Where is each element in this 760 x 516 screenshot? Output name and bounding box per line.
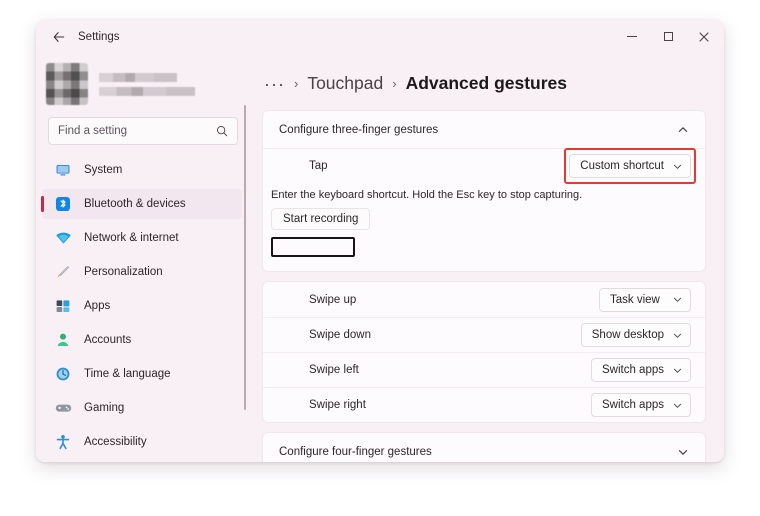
- minimize-icon: [627, 36, 637, 37]
- window-controls: [614, 20, 724, 53]
- sidebar-item-system[interactable]: System: [42, 155, 242, 185]
- page-title: Advanced gestures: [406, 73, 567, 94]
- display-icon: [54, 161, 72, 179]
- swipe-gestures-card: Swipe up Task view Swipe down Show deskt…: [262, 281, 706, 423]
- settings-window: Settings: [36, 20, 724, 462]
- swipe-up-label: Swipe up: [309, 294, 356, 306]
- gamepad-icon: [54, 399, 72, 417]
- swipe-down-row: Swipe down Show desktop: [263, 317, 705, 352]
- tap-dropdown[interactable]: Custom shortcut: [569, 154, 691, 178]
- chevron-down-icon: [677, 446, 689, 458]
- maximize-button[interactable]: [650, 20, 686, 53]
- swipe-down-label: Swipe down: [309, 329, 371, 341]
- account-email-censored: [99, 87, 195, 96]
- search-input[interactable]: [58, 125, 216, 137]
- sidebar-item-label: Accessibility: [84, 436, 147, 448]
- sidebar-item-label: System: [84, 164, 122, 176]
- swipe-left-dropdown[interactable]: Switch apps: [591, 358, 691, 382]
- avatar: [46, 63, 88, 105]
- sidebar-item-personalization[interactable]: Personalization: [42, 257, 242, 287]
- close-button[interactable]: [686, 20, 722, 53]
- main-content: ··· › Touchpad › Advanced gestures Confi…: [250, 53, 724, 462]
- swipe-right-label: Swipe right: [309, 399, 366, 411]
- account-section[interactable]: [36, 57, 250, 115]
- breadcrumb-separator: ›: [294, 76, 298, 91]
- wifi-icon: [54, 229, 72, 247]
- four-finger-gestures-label: Configure four-finger gestures: [279, 446, 432, 458]
- accessibility-icon: [54, 433, 72, 451]
- sidebar-item-apps[interactable]: Apps: [42, 291, 242, 321]
- sidebar-nav: System Bluetooth & devices: [36, 155, 250, 462]
- start-recording-button[interactable]: Start recording: [271, 208, 370, 230]
- back-arrow-icon: [52, 30, 66, 44]
- window-body: System Bluetooth & devices: [36, 53, 724, 462]
- bluetooth-icon: [54, 195, 72, 213]
- swipe-right-row: Swipe right Switch apps: [263, 387, 705, 422]
- tap-dropdown-highlight: Custom shortcut: [569, 154, 691, 178]
- shortcut-input[interactable]: [271, 237, 355, 257]
- swipe-right-dropdown-value: Switch apps: [602, 399, 664, 411]
- breadcrumb-separator: ›: [392, 76, 396, 91]
- search-icon: [216, 125, 228, 137]
- sidebar-item-accessibility[interactable]: Accessibility: [42, 427, 242, 457]
- sidebar-item-bluetooth-and-devices[interactable]: Bluetooth & devices: [42, 189, 242, 219]
- maximize-icon: [664, 32, 673, 41]
- swipe-left-row: Swipe left Switch apps: [263, 352, 705, 387]
- swipe-up-dropdown[interactable]: Task view: [599, 288, 691, 312]
- minimize-button[interactable]: [614, 20, 650, 53]
- breadcrumb: ··· › Touchpad › Advanced gestures: [262, 53, 706, 110]
- four-finger-gestures-header[interactable]: Configure four-finger gestures: [263, 433, 705, 462]
- chevron-down-icon: [672, 161, 683, 172]
- sidebar-item-label: Gaming: [84, 402, 124, 414]
- sidebar-item-label: Bluetooth & devices: [84, 198, 186, 210]
- swipe-up-dropdown-value: Task view: [610, 294, 660, 306]
- account-text: [99, 73, 195, 96]
- chevron-down-icon: [672, 294, 683, 305]
- chevron-up-icon: [677, 124, 689, 136]
- swipe-left-dropdown-value: Switch apps: [602, 364, 664, 376]
- breadcrumb-overflow-button[interactable]: ···: [264, 78, 285, 90]
- sidebar-item-label: Accounts: [84, 334, 131, 346]
- chevron-down-icon: [672, 400, 683, 411]
- three-finger-gestures-label: Configure three-finger gestures: [279, 124, 438, 136]
- tap-label: Tap: [309, 160, 328, 172]
- tap-dropdown-value: Custom shortcut: [580, 160, 664, 172]
- swipe-down-dropdown-value: Show desktop: [592, 329, 664, 341]
- search-box[interactable]: [48, 117, 238, 145]
- apps-icon: [54, 297, 72, 315]
- person-icon: [54, 331, 72, 349]
- three-finger-gestures-card: Configure three-finger gestures Tap Cust…: [262, 110, 706, 272]
- tap-row: Tap Custom shortcut: [263, 148, 705, 183]
- title-bar: Settings: [36, 20, 724, 53]
- clock-icon: [54, 365, 72, 383]
- swipe-right-dropdown[interactable]: Switch apps: [591, 393, 691, 417]
- chevron-down-icon: [672, 330, 683, 341]
- breadcrumb-touchpad-link[interactable]: Touchpad: [307, 73, 383, 94]
- shortcut-recorder-panel: Enter the keyboard shortcut. Hold the Es…: [263, 183, 705, 271]
- sidebar-item-gaming[interactable]: Gaming: [42, 393, 242, 423]
- sidebar: System Bluetooth & devices: [36, 53, 250, 462]
- chevron-down-icon: [672, 365, 683, 376]
- sidebar-scrollbar[interactable]: [244, 105, 246, 410]
- swipe-down-dropdown[interactable]: Show desktop: [581, 323, 691, 347]
- swipe-up-row: Swipe up Task view: [263, 282, 705, 317]
- three-finger-gestures-header[interactable]: Configure three-finger gestures: [263, 111, 705, 148]
- sidebar-item-accounts[interactable]: Accounts: [42, 325, 242, 355]
- account-name-censored: [99, 73, 177, 82]
- four-finger-gestures-card: Configure four-finger gestures: [262, 432, 706, 462]
- sidebar-item-privacy-and-security[interactable]: Privacy & security: [42, 461, 242, 462]
- sidebar-item-time-and-language[interactable]: Time & language: [42, 359, 242, 389]
- sidebar-item-label: Apps: [84, 300, 110, 312]
- sidebar-item-network-and-internet[interactable]: Network & internet: [42, 223, 242, 253]
- close-icon: [699, 32, 709, 42]
- back-button[interactable]: [44, 24, 74, 50]
- sidebar-item-label: Network & internet: [84, 232, 179, 244]
- sidebar-item-label: Personalization: [84, 266, 163, 278]
- sidebar-item-label: Time & language: [84, 368, 171, 380]
- swipe-left-label: Swipe left: [309, 364, 359, 376]
- window-title: Settings: [78, 31, 120, 43]
- brush-icon: [54, 263, 72, 281]
- shortcut-recorder-hint: Enter the keyboard shortcut. Hold the Es…: [269, 189, 691, 208]
